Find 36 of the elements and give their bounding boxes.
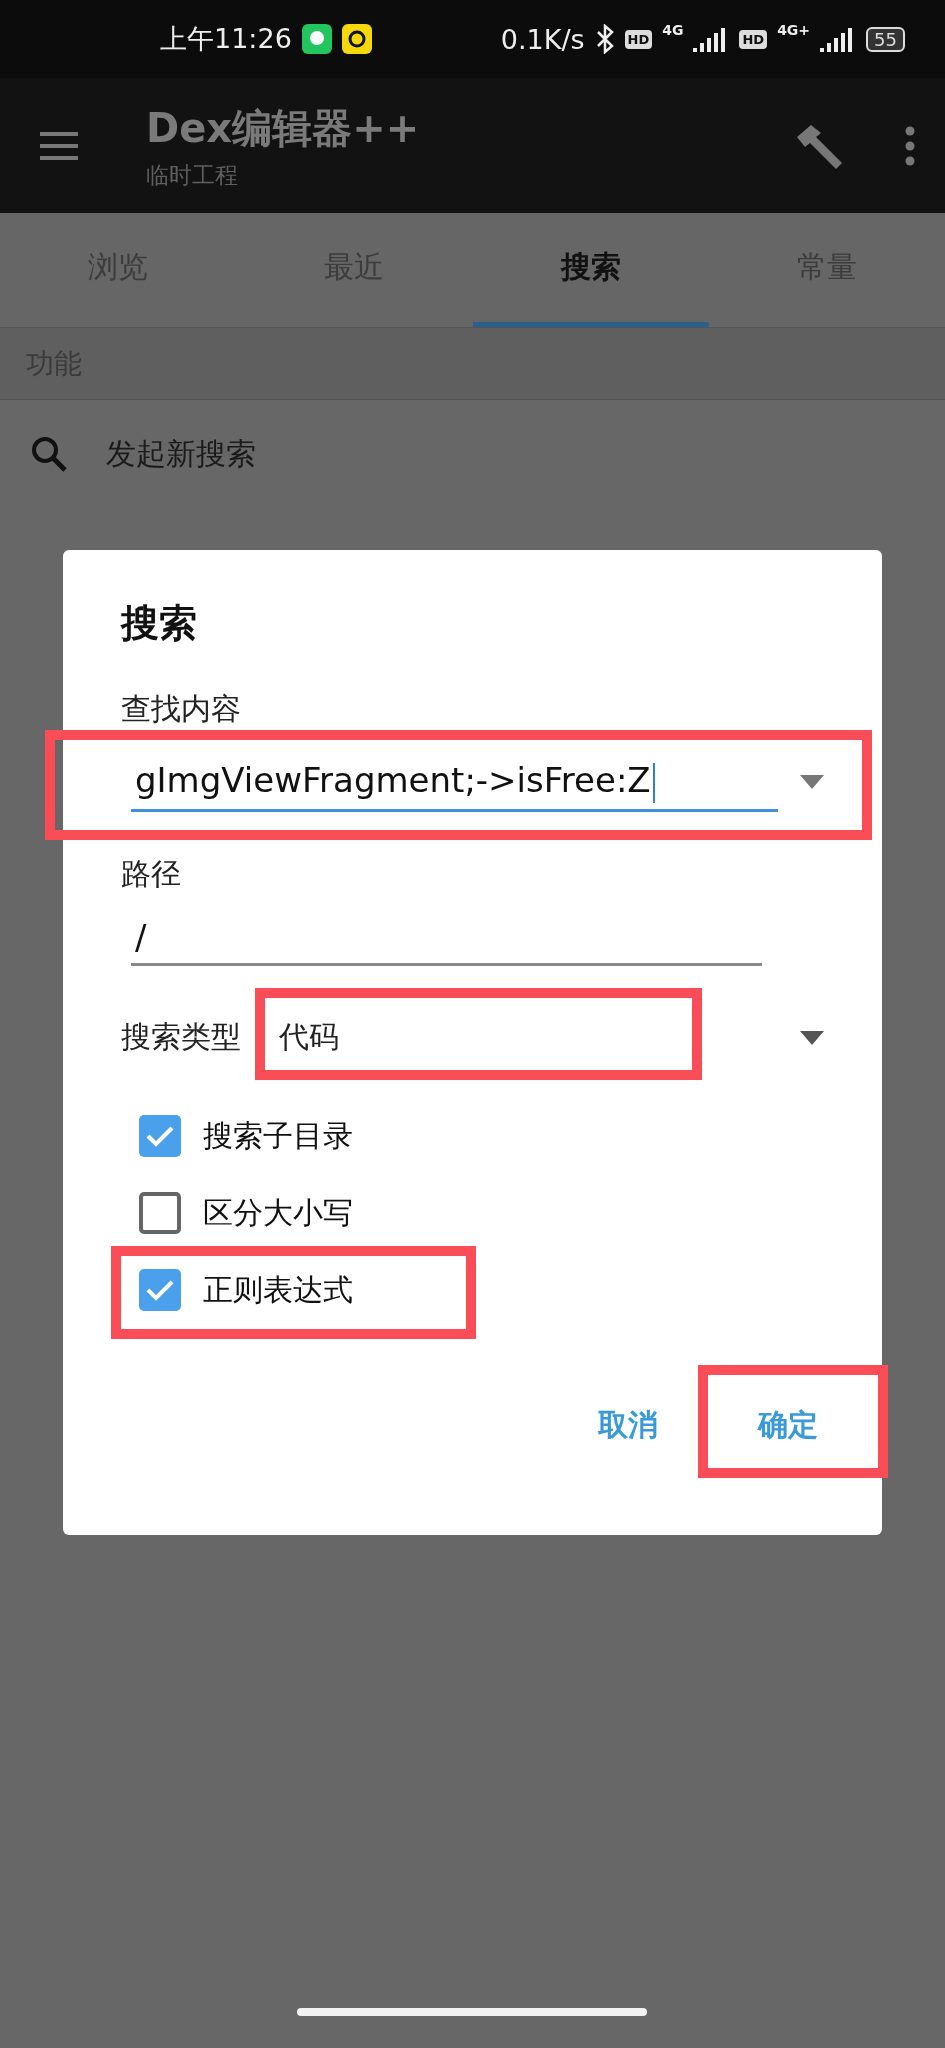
bluetooth-icon bbox=[594, 24, 615, 54]
search-icon bbox=[30, 435, 68, 473]
dropdown-arrow-icon[interactable] bbox=[800, 774, 824, 789]
chat-app-icon bbox=[301, 24, 332, 54]
checkmark-icon bbox=[145, 1278, 175, 1302]
dialog-button[interactable]: 取消 bbox=[578, 1386, 678, 1464]
hd-badge: HD bbox=[624, 29, 653, 49]
network-type: 4G+ bbox=[777, 22, 811, 38]
menu-icon[interactable] bbox=[40, 130, 78, 161]
dropdown-value[interactable]: 代码 bbox=[279, 1017, 778, 1058]
checkmark-icon bbox=[145, 1124, 175, 1148]
hammer-icon[interactable] bbox=[795, 122, 845, 169]
input-field[interactable]: gImgViewFragment;->isFree:Z bbox=[131, 752, 778, 812]
battery-level: 55 bbox=[866, 26, 905, 52]
dialog-button[interactable]: 确定 bbox=[738, 1386, 838, 1464]
ring-app-icon bbox=[341, 24, 372, 54]
checkbox[interactable] bbox=[139, 1192, 181, 1234]
checkbox-label: 正则表达式 bbox=[203, 1270, 353, 1309]
network-type: 4G bbox=[662, 22, 684, 38]
checkbox[interactable] bbox=[139, 1115, 181, 1157]
dialog-title: 搜索 bbox=[121, 600, 198, 647]
project-subtitle: 临时工程 bbox=[146, 160, 239, 190]
field-label: 查找内容 bbox=[121, 690, 242, 728]
new-search-item[interactable]: 发起新搜索 bbox=[106, 433, 256, 475]
field-label: 搜索类型 bbox=[121, 1018, 241, 1056]
field-label: 路径 bbox=[121, 854, 182, 893]
checkbox-label: 区分大小写 bbox=[203, 1193, 353, 1232]
more-options-icon[interactable] bbox=[905, 125, 915, 166]
dropdown-arrow-icon[interactable] bbox=[800, 1030, 824, 1045]
status-time: 上午11:26 bbox=[160, 22, 292, 56]
hd-badge: HD bbox=[739, 29, 768, 49]
checkbox[interactable] bbox=[139, 1269, 181, 1311]
checkbox-label: 搜索子目录 bbox=[203, 1116, 353, 1155]
input-field[interactable]: / bbox=[131, 908, 762, 966]
app-title: Dex编辑器++ bbox=[146, 103, 421, 153]
network-speed: 0.1K/s bbox=[500, 23, 585, 55]
